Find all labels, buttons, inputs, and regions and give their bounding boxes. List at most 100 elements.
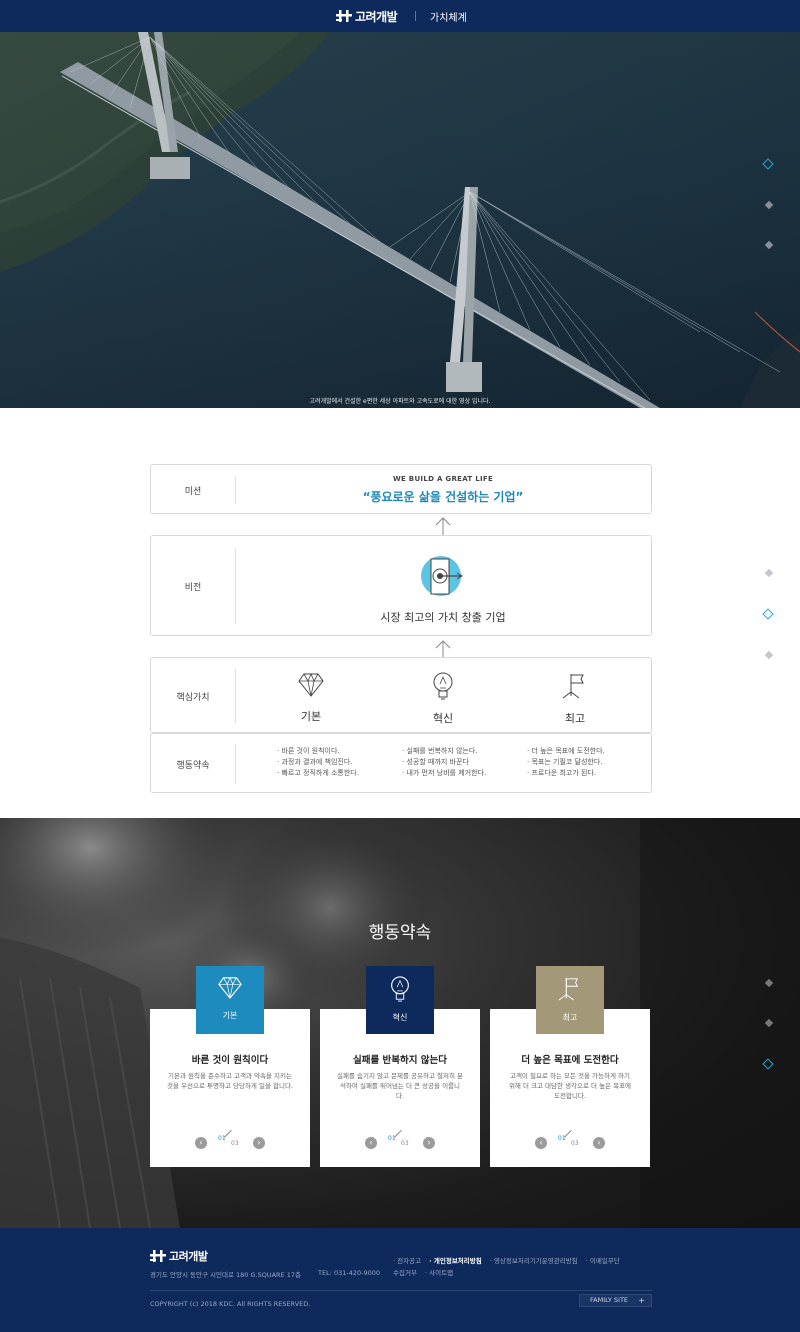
pledge-item: 바른 것이 원칙이다.	[277, 746, 359, 757]
pledge-item: 더 높은 목표에 도전한다.	[527, 746, 604, 757]
header-menu-value-system[interactable]: 가치체계	[430, 9, 467, 24]
pager-dot-active[interactable]	[762, 1058, 774, 1070]
footer-links: 전자공고 개인정보처리방침 영상정보처리기기운영관리방침 이메일무단수집거부 사…	[393, 1255, 623, 1279]
next-button[interactable]: ›	[593, 1137, 605, 1149]
top-header: 고려개발 가치체계	[0, 0, 800, 32]
pledge-row: 행동약속 바른 것이 원칙이다. 과정과 결과에 책임진다. 빠르고 정직하게 …	[150, 733, 652, 793]
hero-caption: 고려개발에서 건설한 e편한 세상 아파트와 고속도로에 대한 영상 입니다.	[309, 398, 491, 405]
total-pages: 03	[401, 1140, 409, 1147]
card-body: 실패를 숨기지 않고 문제를 공유하고 철저히 분석하여 실패를 뛰어넘는 더 …	[336, 1072, 464, 1100]
mission-label: 미션	[184, 487, 202, 497]
card-tab-label: 최고	[562, 1013, 578, 1022]
footer-link-privacy[interactable]: 개인정보처리방침	[429, 1257, 482, 1265]
prev-button[interactable]: ‹	[535, 1137, 547, 1149]
core-values-row: 핵심가치 기본 혁신 최고	[150, 657, 652, 733]
pledge-item: 과정과 결과에 책임진다.	[277, 757, 359, 768]
pager-dot-active[interactable]	[762, 608, 774, 620]
pledge-item: 목표는 기필코 달성한다.	[527, 757, 605, 768]
pledge-item: 프로다운 최고가 된다.	[527, 768, 605, 779]
flag-icon	[558, 977, 579, 1001]
target-icon	[421, 556, 463, 596]
pager-dot[interactable]	[764, 1018, 774, 1028]
plus-icon: +	[638, 1296, 645, 1305]
core-value-label: 최고	[564, 712, 586, 725]
hero-bridge-image: 고려개발에서 건설한 e편한 세상 아파트와 고속도로에 대한 영상 입니다.	[0, 32, 800, 408]
pledge-pager	[762, 978, 774, 1070]
diamond-icon	[218, 976, 242, 1000]
core-values-label: 핵심가치	[176, 693, 210, 703]
footer-copyright: COPYRIGHT (c) 2018 KDC. All RIGHTS RESER…	[150, 1300, 311, 1308]
pledge-item: 성공할 때까지 바꾼다	[402, 757, 486, 768]
pledge-column: 바른 것이 원칙이다. 과정과 결과에 책임진다. 빠르고 정직하게 소통한다.	[277, 746, 359, 779]
pledge-column: 더 높은 목표에 도전한다. 목표는 기필코 달성한다. 프로다운 최고가 된다…	[527, 746, 605, 779]
card-tab-basic: 기본	[196, 966, 264, 1034]
next-button[interactable]: ›	[423, 1137, 435, 1149]
logo-text: 고려개발	[169, 1250, 208, 1263]
diamond-icon	[298, 672, 324, 697]
pledge-section: 행동약속 바른 것이 원칙이다 기본과 원칙을 준수하고 고객과 약속을 지키는…	[0, 818, 800, 1228]
footer-tel: TEL: 031-420-9000	[318, 1269, 381, 1277]
card-tab-best: 최고	[536, 966, 604, 1034]
family-site-label: FAMILY SITE	[590, 1296, 629, 1304]
company-logo[interactable]: 고려개발	[336, 8, 398, 24]
card-body: 기본과 원칙을 준수하고 고객과 약속을 지키는 것을 우선으로 투명하고 당당…	[166, 1072, 294, 1090]
card-pagination: ‹ 01 03 ›	[490, 1129, 650, 1151]
pager-dot[interactable]	[764, 978, 774, 988]
mission-title: “풍요로운 삶을 건설하는 기업”	[362, 490, 524, 504]
footer-link-sitemap[interactable]: 사이트맵	[425, 1269, 453, 1277]
footer-logo[interactable]: 고려개발	[150, 1248, 208, 1264]
total-pages: 03	[231, 1140, 239, 1147]
footer-divider	[150, 1290, 652, 1291]
next-button[interactable]: ›	[253, 1137, 265, 1149]
pager-dot[interactable]	[764, 200, 774, 210]
card-heading: 실패를 반복하지 않는다	[352, 1055, 447, 1066]
lightbulb-icon	[433, 672, 453, 700]
pledge-label: 행동약속	[176, 761, 210, 771]
row-separator	[235, 744, 236, 784]
hero-pager	[762, 158, 774, 250]
mission-subtitle: WE BUILD A GREAT LIFE	[392, 475, 494, 483]
lightbulb-icon	[391, 976, 409, 1002]
total-pages: 03	[571, 1140, 579, 1147]
footer-link-notice[interactable]: 전자공고	[393, 1257, 421, 1265]
logo-text: 고려개발	[355, 9, 398, 24]
value-system-pager	[762, 568, 774, 660]
core-value-label: 혁신	[432, 712, 454, 725]
card-body: 고객이 필요로 하는 모든 것을 가능하게 하기 위해 더 크고 대담한 생각으…	[508, 1072, 632, 1100]
mission-row: 미션 WE BUILD A GREAT LIFE “풍요로운 삶을 건설하는 기…	[150, 464, 652, 514]
prev-button[interactable]: ‹	[195, 1137, 207, 1149]
card-heading: 바른 것이 원칙이다	[191, 1055, 269, 1066]
core-value-best: 최고	[525, 672, 625, 726]
logo-mark-icon	[150, 1250, 166, 1262]
family-site-select[interactable]: FAMILY SITE +	[579, 1294, 652, 1307]
prev-button[interactable]: ‹	[365, 1137, 377, 1149]
pledge-section-title: 행동약속	[368, 923, 432, 943]
pledge-item: 내가 먼저 낭비를 제거한다.	[402, 768, 486, 779]
card-heading: 더 높은 목표에 도전한다	[521, 1055, 619, 1066]
bridge-illustration	[0, 32, 800, 408]
row-separator	[235, 669, 236, 723]
footer-address: 경기도 안양시 동안구 시민대로 180 G.SQUARE 17층	[150, 1271, 301, 1279]
logo-mark-icon	[336, 10, 352, 22]
vision-row: 비전 시장 최고의 가치 창출 기업	[150, 535, 652, 636]
card-pagination: ‹ 01 03 ›	[150, 1129, 310, 1151]
pledge-item: 실패를 번복하지 않는다.	[402, 746, 486, 757]
core-value-label: 기본	[300, 710, 322, 723]
flag-icon	[562, 674, 584, 699]
card-tab-innovation: 혁신	[366, 966, 434, 1034]
card-tab-label: 혁신	[392, 1013, 408, 1022]
core-value-basic: 기본	[261, 672, 361, 724]
pledge-item: 빠르고 정직하게 소통한다.	[277, 768, 359, 779]
pager-dot-active[interactable]	[762, 158, 774, 170]
pager-dot[interactable]	[764, 240, 774, 250]
pager-dot[interactable]	[764, 650, 774, 660]
core-value-innovation: 혁신	[393, 672, 493, 726]
card-tab-label: 기본	[222, 1011, 238, 1020]
footer-link-cctv-policy[interactable]: 영상정보처리기기운영관리방침	[490, 1257, 578, 1265]
card-pagination: ‹ 01 03 ›	[320, 1129, 480, 1151]
vision-title: 시장 최고의 가치 창출 기업	[380, 611, 506, 624]
pager-dot[interactable]	[764, 568, 774, 578]
pledge-column: 실패를 번복하지 않는다. 성공할 때까지 바꾼다 내가 먼저 낭비를 제거한다…	[402, 746, 486, 779]
vision-label: 비전	[184, 583, 202, 593]
header-divider	[415, 11, 416, 21]
